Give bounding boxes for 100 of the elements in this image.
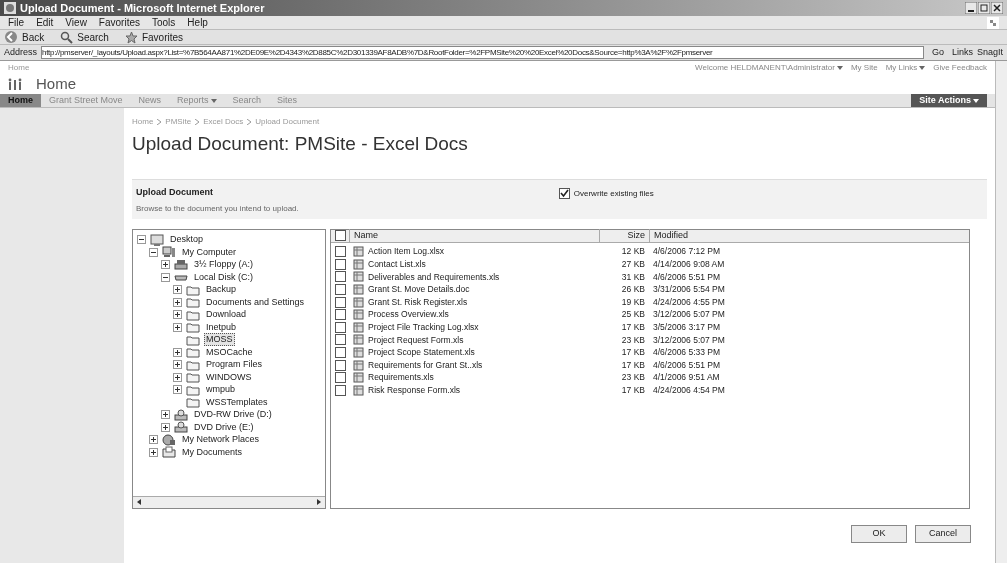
file-checkbox[interactable]: [334, 372, 346, 384]
file-name[interactable]: Process Overview.xls: [368, 308, 449, 322]
file-name[interactable]: Requirements.xls: [368, 371, 434, 385]
file-checkbox[interactable]: [334, 359, 346, 371]
collapse-toggle-icon[interactable]: [149, 247, 158, 257]
spreadsheet-file-icon: [353, 372, 364, 384]
collapse-toggle-icon[interactable]: [161, 272, 170, 282]
tree-item[interactable]: Program Files: [204, 358, 264, 372]
spreadsheet-file-icon: [353, 321, 364, 333]
menu-item[interactable]: Favorites: [98, 15, 140, 30]
horizontal-scrollbar[interactable]: [133, 495, 325, 508]
dialog-button[interactable]: OK: [851, 524, 907, 543]
file-name[interactable]: Project Scope Statement.xls: [368, 346, 475, 359]
expand-toggle-icon[interactable]: [161, 422, 170, 432]
restore-icon[interactable]: [978, 2, 990, 14]
file-checkbox[interactable]: [334, 296, 346, 308]
menu-item[interactable]: View: [65, 15, 87, 30]
tree-item[interactable]: Download: [204, 308, 249, 322]
toolbar-button[interactable]: Search: [60, 29, 109, 45]
tree-item[interactable]: My Documents: [180, 445, 245, 459]
file-checkbox[interactable]: [334, 271, 346, 283]
file-checkbox[interactable]: [334, 347, 346, 359]
chevron-icon: [157, 119, 162, 125]
expand-toggle-icon[interactable]: [173, 372, 182, 382]
column-header[interactable]: Size: [599, 228, 649, 243]
menu-item[interactable]: Help: [187, 15, 208, 30]
expand-toggle-icon[interactable]: [161, 410, 170, 420]
file-name[interactable]: Grant St. Risk Register.xls: [368, 295, 468, 309]
tree-item[interactable]: DVD-RW Drive (D:): [192, 408, 274, 422]
go-button[interactable]: Go: [927, 45, 948, 60]
toolbar-button[interactable]: Favorites: [124, 29, 184, 45]
file-checkbox[interactable]: [334, 334, 346, 346]
file-modified: 4/6/2006 5:33 PM: [652, 346, 722, 359]
column-header[interactable]: Modified: [649, 228, 789, 243]
file-name[interactable]: Contact List.xls: [368, 258, 426, 271]
file-checkbox[interactable]: [334, 309, 346, 321]
file-modified: 4/6/2006 5:51 PM: [652, 270, 722, 284]
tree-item[interactable]: Backup: [204, 283, 239, 297]
file-name[interactable]: Risk Response Form.xls: [368, 383, 461, 397]
tree-item[interactable]: Local Disk (C:): [192, 270, 255, 284]
expand-toggle-icon[interactable]: [173, 360, 182, 370]
menu-item[interactable]: Edit: [36, 15, 54, 30]
expand-toggle-icon[interactable]: [173, 297, 182, 307]
file-checkbox[interactable]: [334, 284, 346, 296]
folder-icon: [186, 346, 200, 359]
tree-item[interactable]: WINDOWS: [204, 370, 254, 384]
expand-toggle-icon[interactable]: [149, 435, 158, 445]
expand-toggle-icon[interactable]: [161, 260, 170, 270]
expand-toggle-icon[interactable]: [173, 285, 182, 295]
file-name[interactable]: Action Item Log.xlsx: [368, 245, 445, 259]
tree-item[interactable]: WSSTemplates: [204, 395, 270, 409]
site-actions-button[interactable]: Site Actions: [911, 94, 987, 107]
tree-item[interactable]: Documents and Settings: [204, 295, 307, 309]
tree-item[interactable]: MSOCache: [204, 345, 255, 359]
my-site-link[interactable]: My Site: [850, 61, 878, 74]
menu-item[interactable]: File: [8, 15, 25, 30]
welcome-menu[interactable]: Welcome HELDMANENT\Administrator: [695, 61, 843, 74]
tree-item[interactable]: MOSS: [204, 333, 235, 347]
expand-toggle-icon[interactable]: [173, 310, 182, 320]
file-name[interactable]: Requirements for Grant St..xls: [368, 358, 483, 372]
my-links-menu[interactable]: My Links: [885, 61, 926, 74]
file-checkbox[interactable]: [334, 258, 346, 270]
menu-item[interactable]: Tools: [152, 15, 176, 30]
scroll-left-icon[interactable]: [135, 498, 143, 506]
folder-icon: [186, 308, 200, 321]
nav-tab[interactable]: Home: [0, 94, 41, 107]
tree-item[interactable]: Desktop: [168, 233, 206, 247]
tree-item[interactable]: My Network Places: [180, 433, 262, 447]
file-name[interactable]: Project Request Form.xls: [368, 333, 464, 347]
close-icon[interactable]: [991, 2, 1003, 14]
tree-item[interactable]: Inetpub: [204, 320, 239, 334]
select-all-checkbox[interactable]: [334, 230, 346, 241]
tree-item[interactable]: My Computer: [180, 245, 238, 259]
tree-item[interactable]: DVD Drive (E:): [192, 420, 256, 434]
vertical-scrollbar[interactable]: [995, 61, 1007, 563]
file-checkbox[interactable]: [334, 246, 346, 258]
overwrite-checkbox[interactable]: [558, 188, 570, 199]
expand-toggle-icon[interactable]: [149, 447, 158, 457]
dialog-button[interactable]: Cancel: [915, 524, 971, 543]
collapse-toggle-icon[interactable]: [137, 235, 146, 245]
file-name[interactable]: Grant St. Move Details.doc: [368, 283, 470, 296]
expand-toggle-icon[interactable]: [173, 385, 182, 395]
feedback-link[interactable]: Give Feedback: [933, 61, 987, 74]
file-name[interactable]: Project File Tracking Log.xlsx: [368, 321, 479, 334]
file-checkbox[interactable]: [334, 321, 346, 333]
file-checkbox[interactable]: [334, 384, 346, 396]
file-name[interactable]: Deliverables and Requirements.xls: [368, 270, 500, 284]
address-field[interactable]: http://pmserver/_layouts/Upload.aspx?List=%7B564AA871%2DE09E%2D4343%2D885C%2D301339AF8ADB%7D&RootFolder=%2FPMSite%20%20Excel%20Docs&Source=http%3A%2F%2Fpmserver: [41, 46, 924, 59]
tree-item[interactable]: wmpub: [204, 383, 237, 397]
minimize-icon[interactable]: [965, 2, 977, 14]
column-header[interactable]: Name: [349, 228, 599, 243]
tree-item[interactable]: 3½ Floppy (A:): [192, 258, 256, 272]
toolbar-button[interactable]: Back: [4, 29, 45, 45]
links-label[interactable]: Links: [951, 45, 973, 60]
file-modified: 4/6/2006 7:12 PM: [652, 245, 722, 259]
expand-toggle-icon[interactable]: [173, 322, 182, 332]
snagit-button[interactable]: SnagIt: [976, 45, 1003, 60]
file-size: 27 KB: [620, 258, 646, 271]
scroll-right-icon[interactable]: [315, 498, 323, 506]
expand-toggle-icon[interactable]: [173, 347, 182, 357]
